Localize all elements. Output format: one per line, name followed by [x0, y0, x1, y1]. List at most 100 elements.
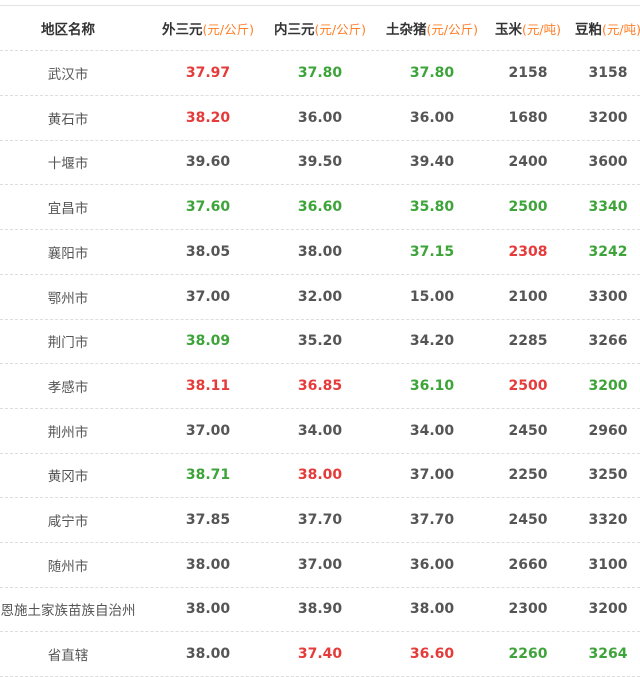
price-cell: 38.20: [185, 109, 231, 126]
price-cell: 37.60: [185, 199, 231, 216]
price-cell: 37.15: [409, 243, 455, 260]
price-cell: 38.90: [297, 601, 343, 618]
price-cell: 15.00: [409, 288, 455, 305]
price-cell: 37.70: [297, 512, 343, 528]
price-cell: 3200: [588, 377, 628, 394]
price-cell: 2400: [508, 154, 548, 171]
price-cell: 39.40: [409, 154, 455, 171]
price-table: 地区名称 外三元 (元/公斤) 内三元 (元/公斤) 土杂猪 (元/公斤) 玉米 (元/…: [0, 0, 640, 677]
price-cell: 2285: [508, 333, 548, 350]
price-cell: 3100: [588, 556, 628, 573]
price-cell: 38.00: [185, 601, 231, 618]
region-name-cell: 省直辖: [47, 648, 89, 665]
header-col5-label: 豆粕: [575, 22, 603, 38]
price-cell: 36.00: [297, 109, 343, 126]
header-region: 地区名称: [0, 6, 136, 50]
price-cell: 3250: [588, 467, 628, 484]
price-cell: 36.00: [409, 556, 455, 573]
header-col3: 土杂猪 (元/公斤): [376, 6, 488, 50]
price-cell: 37.80: [297, 65, 343, 81]
price-cell: 2450: [508, 422, 548, 439]
price-cell: 32.00: [297, 288, 343, 305]
price-cell: 3242: [588, 243, 628, 260]
table-row: 襄阳市 38.05 38.00 37.15 2308 3242: [0, 230, 640, 275]
price-cell: 37.00: [297, 556, 343, 573]
price-cell: 39.60: [185, 154, 231, 171]
price-cell: 37.70: [409, 512, 455, 528]
price-cell: 37.00: [185, 422, 231, 439]
price-cell: 2100: [508, 288, 548, 305]
price-cell: 36.85: [297, 377, 343, 394]
price-cell: 1680: [508, 109, 548, 126]
price-cell: 2260: [508, 646, 548, 663]
price-cell: 38.00: [409, 601, 455, 618]
price-cell: 38.00: [297, 243, 343, 260]
header-col2: 内三元 (元/公斤): [264, 6, 376, 50]
price-cell: 3320: [588, 512, 628, 528]
price-cell: 37.40: [297, 646, 343, 663]
header-col3-label: 土杂猪: [386, 22, 427, 38]
region-name-cell: 孝感市: [47, 379, 89, 396]
price-cell: 34.00: [297, 422, 343, 439]
header-col2-label: 内三元: [274, 22, 315, 38]
header-col1-unit: (元/公斤): [202, 21, 254, 37]
header-col4-label: 玉米: [495, 22, 523, 38]
price-cell: 2500: [508, 377, 548, 394]
price-cell: 2300: [508, 601, 548, 618]
price-cell: 3266: [588, 333, 628, 350]
price-cell: 37.85: [185, 512, 231, 528]
region-name-cell: 荆州市: [47, 424, 89, 441]
region-name-cell: 黄冈市: [47, 469, 89, 486]
price-cell: 38.00: [185, 646, 231, 663]
header-col3-unit: (元/公斤): [426, 21, 478, 37]
price-cell: 38.11: [185, 377, 231, 394]
region-name-cell: 十堰市: [47, 156, 89, 173]
table-row: 孝感市 38.11 36.85 36.10 2500 3200: [0, 364, 640, 409]
table-row: 荆门市 38.09 35.20 34.20 2285 3266: [0, 319, 640, 365]
table-row: 咸宁市 37.85 37.70 37.70 2450 3320: [0, 498, 640, 543]
header-col4-unit: (元/吨): [522, 21, 561, 37]
header-col1-label: 外三元: [162, 22, 203, 38]
table-row: 鄂州市 37.00 32.00 15.00 2100 3300: [0, 275, 640, 320]
price-cell: 2308: [508, 243, 548, 260]
region-name-cell: 襄阳市: [47, 245, 89, 262]
price-cell: 3600: [588, 154, 628, 171]
price-cell: 3340: [588, 199, 628, 216]
table-row: 省直辖 38.00 37.40 36.60 2260 3264: [0, 632, 640, 677]
price-cell: 2660: [508, 556, 548, 573]
table-row: 恩施土家族苗族自治州 38.00 38.90 38.00 2300 3200: [0, 587, 640, 633]
price-cell: 39.50: [297, 154, 343, 171]
price-cell: 36.10: [409, 377, 455, 394]
header-col1: 外三元 (元/公斤): [152, 6, 264, 50]
region-name-cell: 荆门市: [47, 335, 89, 352]
region-name-cell: 武汉市: [47, 67, 89, 83]
region-name-cell: 宜昌市: [47, 201, 89, 218]
price-cell: 36.60: [409, 646, 455, 663]
price-cell: 36.00: [409, 109, 455, 126]
price-cell: 3264: [588, 646, 628, 663]
region-name-cell: 随州市: [47, 558, 89, 575]
price-cell: 38.09: [185, 333, 231, 350]
header-col5: 豆粕 (元/吨): [568, 6, 640, 50]
region-name-cell: 鄂州市: [47, 290, 89, 307]
table-row: 黄石市 38.20 36.00 36.00 1680 3200: [0, 96, 640, 141]
header-col4: 玉米 (元/吨): [488, 6, 568, 50]
region-name-cell: 黄石市: [47, 111, 89, 128]
price-cell: 2158: [508, 65, 548, 81]
price-cell: 35.80: [409, 199, 455, 216]
price-cell: 35.20: [297, 333, 343, 350]
price-cell: 37.00: [409, 467, 455, 484]
price-cell: 37.00: [185, 288, 231, 305]
table-row: 随州市 38.00 37.00 36.00 2660 3100: [0, 543, 640, 588]
price-cell: 2960: [588, 422, 628, 439]
table-row: 黄冈市 38.71 38.00 37.00 2250 3250: [0, 453, 640, 499]
header-region-label: 地区名称: [41, 22, 95, 38]
price-cell: 38.00: [297, 467, 343, 484]
price-cell: 34.00: [409, 422, 455, 439]
table-row: 宜昌市 37.60 36.60 35.80 2500 3340: [0, 185, 640, 231]
price-cell: 37.80: [409, 65, 455, 81]
price-cell: 2500: [508, 199, 548, 216]
price-cell: 3200: [588, 109, 628, 126]
region-name-cell: 咸宁市: [47, 514, 89, 530]
price-cell: 34.20: [409, 333, 455, 350]
